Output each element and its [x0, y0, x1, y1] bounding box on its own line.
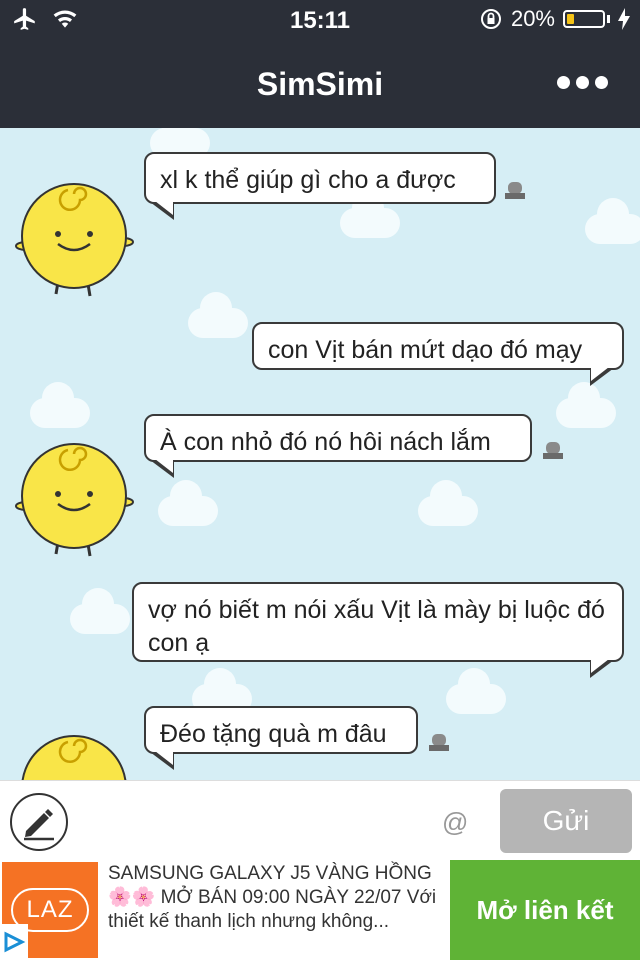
- chat-area[interactable]: xl k thể giúp gì cho a được con Vịt bán …: [0, 128, 640, 780]
- ad-title: SAMSUNG GALAXY J5 VÀNG HỒNG 🌸🌸 MỞ BÁN 09…: [108, 863, 432, 908]
- bubble-tail: [150, 751, 174, 770]
- message-text: con Vịt bán mứt dạo đó mạy: [268, 336, 583, 364]
- background-cloud: [158, 480, 218, 526]
- ad-choices-icon: [4, 931, 26, 953]
- background-cloud: [340, 192, 400, 238]
- charging-bolt-icon: [618, 8, 630, 30]
- compose-button[interactable]: [10, 793, 68, 851]
- battery-fill: [567, 14, 574, 24]
- bubble-tail: [150, 201, 174, 220]
- message-bubble-received[interactable]: À con nhỏ đó nó hôi nách lắm: [144, 414, 532, 462]
- simsimi-avatar[interactable]: [8, 174, 138, 304]
- more-options-button[interactable]: [557, 76, 608, 89]
- battery-icon: [563, 10, 605, 28]
- status-right: 20%: [479, 6, 630, 32]
- bubble-tail: [590, 367, 614, 386]
- report-icon[interactable]: [428, 732, 450, 752]
- background-cloud: [188, 292, 248, 338]
- background-cloud: [30, 382, 90, 428]
- message-bubble-received[interactable]: xl k thể giúp gì cho a được: [144, 152, 496, 204]
- page-title: SimSimi: [256, 66, 384, 102]
- rotation-lock-icon: [480, 9, 501, 29]
- battery-tip: [607, 15, 610, 23]
- bubble-tail: [590, 659, 614, 678]
- message-bubble-sent[interactable]: vợ nó biết m nói xấu Vịt là mày bị luộc …: [132, 582, 624, 662]
- message-text: À con nhỏ đó nó hôi nách lắm: [160, 428, 491, 456]
- ad-text: SAMSUNG GALAXY J5 VÀNG HỒNG 🌸🌸 MỞ BÁN 09…: [108, 862, 440, 934]
- ad-banner[interactable]: LAZ SAMSUNG GALAXY J5 VÀNG HỒNG 🌸🌸 MỞ BÁ…: [0, 860, 640, 960]
- message-text: Đéo tặng quà m đâu: [160, 720, 387, 748]
- battery-percent: 20%: [510, 6, 555, 31]
- send-button[interactable]: Gửi: [500, 789, 632, 853]
- report-icon[interactable]: [542, 440, 564, 460]
- mention-button[interactable]: @: [442, 807, 468, 838]
- background-cloud: [446, 668, 506, 714]
- ad-choices-badge[interactable]: [0, 924, 28, 960]
- background-cloud: [418, 480, 478, 526]
- simsimi-avatar[interactable]: [8, 434, 138, 564]
- report-icon[interactable]: [504, 180, 526, 200]
- background-cloud: [585, 198, 640, 244]
- message-bubble-sent[interactable]: con Vịt bán mứt dạo đó mạy: [252, 322, 624, 370]
- status-bar: 15:11 20%: [0, 0, 640, 42]
- background-cloud: [70, 588, 130, 634]
- simsimi-avatar[interactable]: [8, 726, 138, 780]
- bubble-tail: [150, 459, 174, 478]
- message-text: xl k thể giúp gì cho a được: [160, 166, 456, 194]
- open-link-button[interactable]: Mở liên kết: [450, 860, 640, 960]
- message-input-bar: @ Gửi: [0, 780, 640, 861]
- top-bar: 15:11 20% SimSimi: [0, 0, 640, 128]
- pencil-icon: [24, 809, 54, 841]
- message-text: vợ nó biết m nói xấu Vịt là mày bị luộc …: [148, 596, 605, 657]
- message-bubble-received[interactable]: Đéo tặng quà m đâu: [144, 706, 418, 754]
- background-cloud: [556, 382, 616, 428]
